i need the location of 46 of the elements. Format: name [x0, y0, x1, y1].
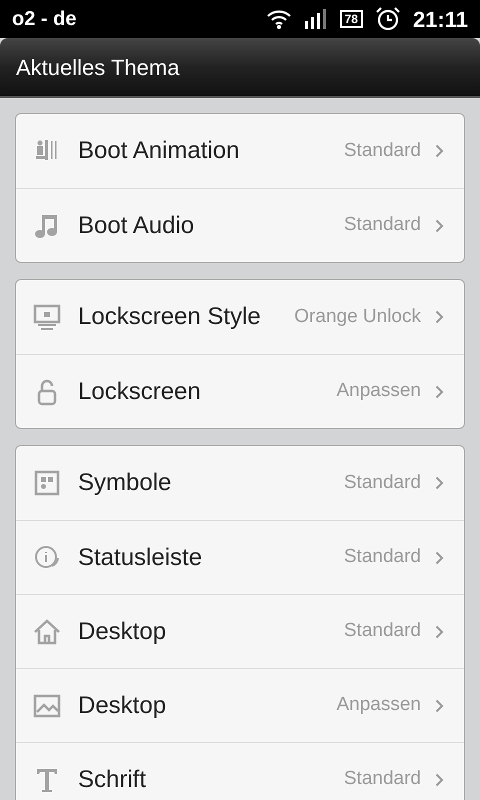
settings-row[interactable]: Desktop Standard	[16, 594, 464, 668]
row-label: Boot Audio	[78, 210, 194, 240]
signal-icon	[304, 8, 328, 30]
chevron-icon	[435, 476, 444, 490]
row-label: Desktop	[78, 690, 166, 720]
chevron-icon	[435, 218, 444, 232]
settings-row[interactable]: Lockscreen Anpassen	[16, 354, 464, 428]
row-label: Symbole	[78, 468, 172, 498]
row-label: Lockscreen Style	[78, 302, 261, 332]
row-label: Desktop	[78, 616, 166, 646]
row-label: Statusleiste	[78, 542, 202, 572]
chevron-icon	[435, 624, 444, 638]
row-value: Standard	[344, 619, 421, 644]
row-label: Boot Animation	[78, 136, 240, 166]
settings-row[interactable]: Statusleiste Standard	[16, 520, 464, 594]
row-value: Standard	[344, 138, 421, 163]
row-value: Standard	[344, 767, 421, 792]
chevron-icon	[435, 550, 444, 564]
wifi-icon	[266, 8, 292, 30]
settings-row[interactable]: Desktop Anpassen	[16, 668, 464, 742]
row-value: Standard	[344, 545, 421, 570]
row-value: Orange Unlock	[294, 304, 421, 329]
grid-icon	[32, 468, 62, 498]
row-value: Anpassen	[336, 379, 421, 404]
settings-row[interactable]: Boot Audio Standard	[16, 188, 464, 262]
monitor-lock-icon	[32, 302, 62, 332]
chevron-icon	[435, 310, 444, 324]
battery-indicator: 78	[340, 10, 363, 28]
row-label: Schrift	[78, 764, 146, 794]
chevron-icon	[435, 772, 444, 786]
carrier-name: o2 - de	[12, 7, 76, 32]
row-label: Lockscreen	[78, 376, 201, 406]
chevron-icon	[435, 144, 444, 158]
screen-title: Aktuelles Thema	[16, 54, 180, 82]
chevron-icon	[435, 698, 444, 712]
row-value: Standard	[344, 213, 421, 238]
alarm-clock-icon	[374, 6, 401, 32]
settings-row[interactable]: Schrift Standard	[16, 742, 464, 800]
row-value: Standard	[344, 470, 421, 495]
house-icon	[32, 616, 62, 646]
row-value: Anpassen	[336, 693, 421, 718]
settings-row[interactable]: Lockscreen Style Orange Unlock	[16, 280, 464, 354]
settings-row[interactable]: Boot Animation Standard	[16, 114, 464, 188]
settings-row[interactable]: Symbole Standard	[16, 446, 464, 520]
clock-time: 21:11	[412, 6, 468, 34]
chevron-icon	[435, 384, 444, 398]
